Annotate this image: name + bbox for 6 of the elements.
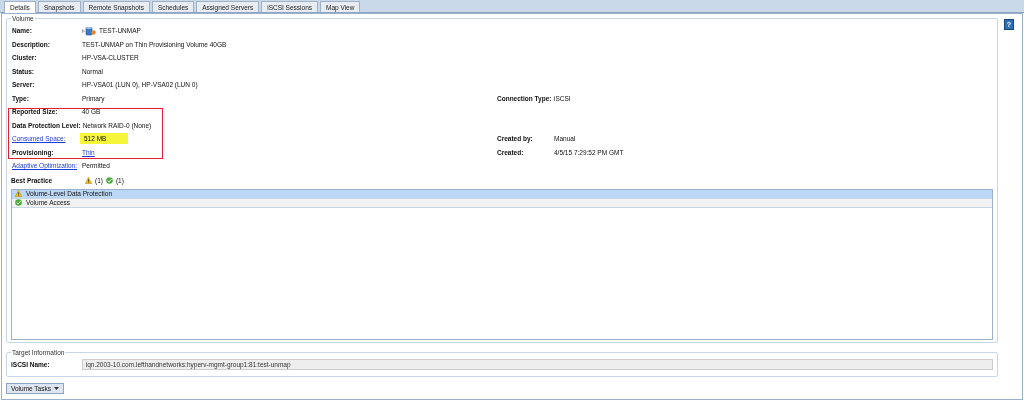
volume-icon <box>82 25 96 36</box>
warning-icon <box>85 176 92 184</box>
check-icon <box>105 176 113 184</box>
warning-icon <box>15 190 22 197</box>
caret-icon <box>54 387 59 390</box>
check-icon <box>15 199 22 206</box>
